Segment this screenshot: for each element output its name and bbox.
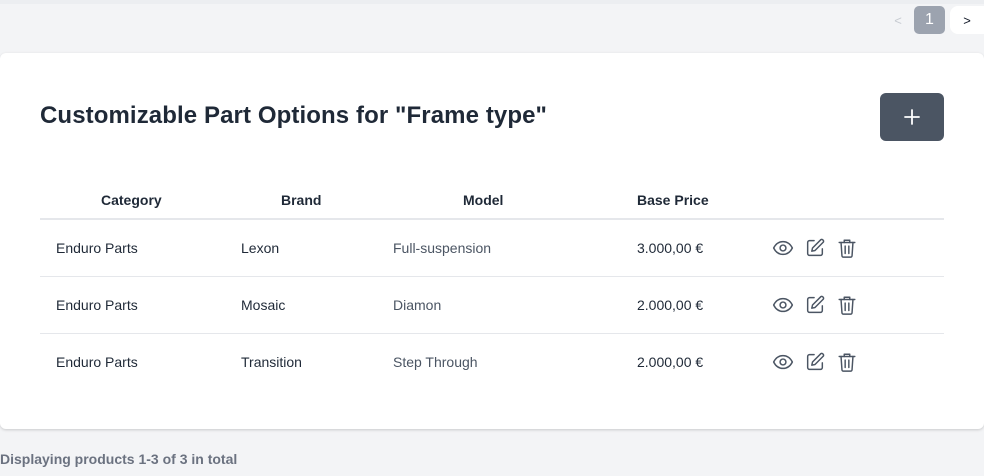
table-row: Enduro Parts Transition Step Through 2.0… (40, 334, 944, 390)
column-header-model: Model (463, 192, 504, 208)
row-actions (772, 294, 868, 316)
column-header-base-price: Base Price (637, 192, 709, 208)
add-part-option-button[interactable] (880, 93, 944, 141)
model-cell: Full-suspension (393, 240, 492, 256)
table-header: Category Brand Model Base Price (40, 180, 944, 220)
pagination: < 1 > (883, 5, 984, 35)
edit-icon[interactable] (804, 294, 826, 316)
row-actions (772, 351, 868, 373)
column-header-brand: Brand (281, 192, 322, 208)
previous-page-button[interactable]: < (883, 6, 913, 34)
part-options-card: Customizable Part Options for "Frame typ… (0, 53, 984, 429)
category-cell: Enduro Parts (56, 240, 138, 256)
edit-icon[interactable] (804, 237, 826, 259)
column-header-category: Category (101, 192, 162, 208)
trash-icon[interactable] (836, 237, 858, 259)
eye-icon[interactable] (772, 294, 794, 316)
model-cell: Diamon (393, 297, 442, 313)
next-page-button[interactable]: > (950, 6, 984, 34)
brand-cell: Mosaic (241, 297, 286, 313)
edit-icon[interactable] (804, 351, 826, 373)
category-cell: Enduro Parts (56, 297, 138, 313)
results-summary: Displaying products 1-3 of 3 in total (0, 451, 238, 467)
model-cell: Step Through (393, 354, 478, 370)
top-strip (0, 0, 984, 4)
brand-cell: Lexon (241, 240, 280, 256)
page-1-button[interactable]: 1 (914, 6, 945, 34)
price-cell: 2.000,00 € (637, 354, 704, 370)
price-cell: 2.000,00 € (637, 297, 704, 313)
row-actions (772, 237, 868, 259)
table-row: Enduro Parts Mosaic Diamon 2.000,00 € (40, 277, 944, 334)
category-cell: Enduro Parts (56, 354, 138, 370)
price-cell: 3.000,00 € (637, 240, 704, 256)
part-options-table: Category Brand Model Base Price Enduro P… (40, 180, 944, 390)
brand-cell: Transition (241, 354, 302, 370)
eye-icon[interactable] (772, 351, 794, 373)
trash-icon[interactable] (836, 351, 858, 373)
table-row: Enduro Parts Lexon Full-suspension 3.000… (40, 220, 944, 277)
page-title: Customizable Part Options for "Frame typ… (40, 102, 548, 129)
trash-icon[interactable] (836, 294, 858, 316)
plus-icon (904, 109, 920, 125)
eye-icon[interactable] (772, 237, 794, 259)
